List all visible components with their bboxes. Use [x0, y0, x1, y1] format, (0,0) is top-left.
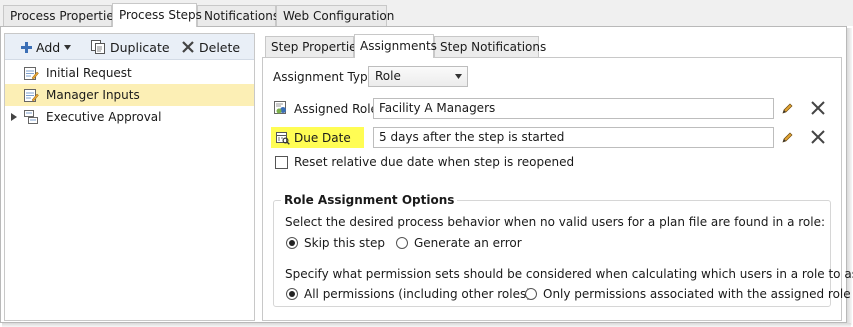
all-permissions-label: All permissions (including other roles) [304, 287, 531, 301]
step-form-icon [24, 67, 39, 80]
delete-button[interactable]: Delete [181, 37, 240, 57]
due-date-label: Due Date [294, 131, 351, 145]
approval-group-icon [24, 110, 38, 124]
tree-item-label: Initial Request [46, 66, 132, 80]
only-assigned-permissions-radio[interactable] [525, 288, 537, 300]
chevron-down-icon [455, 74, 462, 79]
tab-process-properties[interactable]: Process Properties [3, 5, 120, 26]
behavior-prompt: Select the desired process behavior when… [285, 215, 826, 229]
tab-notifications[interactable]: Notifications [197, 5, 279, 26]
plus-icon [21, 41, 32, 53]
tab-process-steps[interactable]: Process Steps [112, 3, 202, 27]
frame-shadow-bottom [2, 323, 851, 327]
delete-button-label: Delete [199, 39, 241, 55]
tab-assignments[interactable]: Assignments [354, 34, 437, 58]
calendar-search-icon [276, 132, 290, 145]
role-icon [274, 101, 286, 114]
tab-step-notifications[interactable]: Step Notifications [434, 36, 546, 57]
generate-error-radio[interactable] [396, 237, 408, 249]
due-date-field[interactable]: 5 days after the step is started [373, 127, 774, 148]
generate-error-label: Generate an error [414, 236, 522, 250]
tree-item-label: Manager Inputs [46, 88, 140, 102]
tree-item-initial-request[interactable]: Initial Request [5, 62, 254, 84]
edit-pencil-icon[interactable] [781, 130, 795, 144]
step-detail-panel: Step Properties Assignments Step Notific… [262, 34, 853, 321]
assignments-frame: Assignment Type Role Assigned Role Facil… [262, 57, 853, 321]
all-permissions-radio[interactable] [286, 288, 298, 300]
steps-toolbar: Add Duplicate Delete [5, 34, 254, 60]
duplicate-icon [91, 40, 105, 54]
skip-step-radio[interactable] [286, 237, 298, 249]
assigned-role-field[interactable]: Facility A Managers [373, 98, 774, 119]
tree-item-manager-inputs[interactable]: Manager Inputs [5, 84, 254, 106]
clear-x-icon[interactable] [810, 129, 826, 145]
add-button-label: Add [36, 39, 61, 55]
add-button[interactable]: Add [21, 37, 72, 57]
duplicate-button[interactable]: Duplicate [90, 37, 170, 57]
assignment-type-select[interactable]: Role [368, 66, 468, 87]
role-assignment-options-title: Role Assignment Options [281, 193, 458, 207]
tree-item-label: Executive Approval [46, 110, 162, 124]
reset-due-date-label: Reset relative due date when step is reo… [294, 155, 575, 169]
tab-step-properties[interactable]: Step Properties [265, 36, 363, 57]
assignment-type-label: Assignment Type [273, 70, 376, 84]
tab-web-configuration[interactable]: Web Configuration [276, 5, 394, 26]
assignment-type-value: Role [375, 69, 401, 83]
skip-step-label: Skip this step [304, 236, 385, 250]
tree-item-executive-approval[interactable]: Executive Approval [5, 106, 254, 128]
duplicate-button-label: Duplicate [110, 39, 170, 55]
steps-panel: Add Duplicate Delete Initial Request Man… [4, 33, 255, 321]
step-form-icon [24, 89, 39, 102]
delete-x-icon [182, 41, 194, 53]
assigned-role-label: Assigned Role [294, 102, 378, 116]
edit-pencil-icon[interactable] [781, 101, 795, 115]
only-assigned-permissions-label: Only permissions associated with the ass… [543, 287, 851, 301]
reset-due-date-checkbox[interactable] [275, 156, 288, 169]
permission-prompt: Specify what permission sets should be c… [285, 267, 853, 281]
clear-x-icon[interactable] [810, 100, 826, 116]
expand-arrow-icon[interactable] [11, 113, 17, 121]
chevron-down-icon [64, 44, 72, 50]
